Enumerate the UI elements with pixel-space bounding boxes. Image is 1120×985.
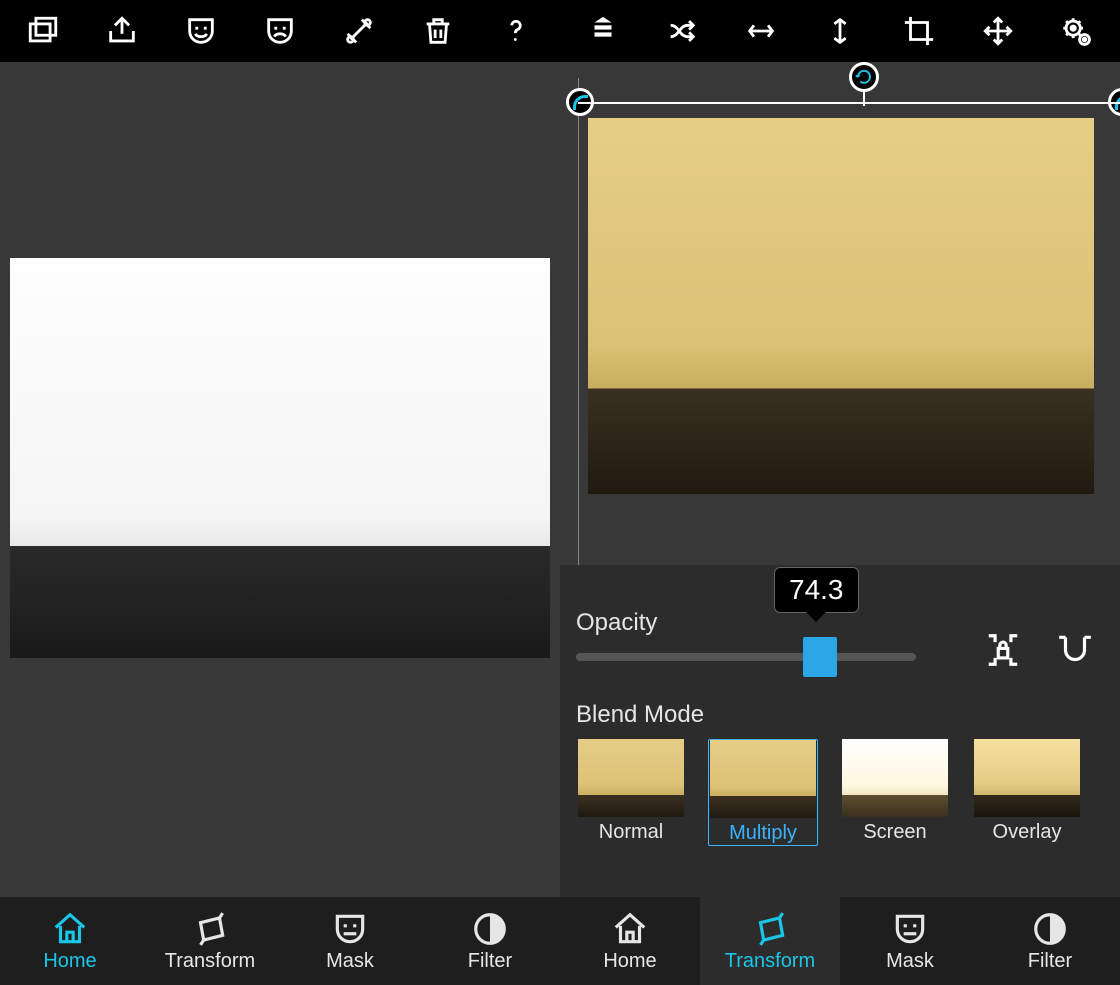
mask-sad-icon[interactable] xyxy=(253,4,307,58)
trash-icon[interactable] xyxy=(411,4,465,58)
right-pane: 74.3 Opacity Blend Mode Normal Multiply xyxy=(560,0,1120,985)
left-canvas[interactable] xyxy=(0,62,560,897)
blend-mode-row: Normal Multiply Screen Overlay xyxy=(576,739,1104,846)
nav-label: Filter xyxy=(468,950,512,973)
crop-edge-top xyxy=(578,102,1120,104)
controls-panel: 74.3 Opacity Blend Mode Normal Multiply xyxy=(560,565,1120,897)
left-bottom-nav: Home Transform Mask Filter xyxy=(0,897,560,985)
slider-thumb[interactable] xyxy=(803,637,837,677)
left-toolbar xyxy=(0,0,560,62)
snap-icon[interactable] xyxy=(1050,625,1100,675)
layer-image[interactable] xyxy=(588,118,1094,494)
share-icon[interactable] xyxy=(95,4,149,58)
stack-icon[interactable] xyxy=(576,4,630,58)
nav-transform[interactable]: Transform xyxy=(700,897,840,985)
nav-label: Home xyxy=(43,950,96,973)
nav-transform[interactable]: Transform xyxy=(140,897,280,985)
nav-label: Mask xyxy=(326,950,374,973)
tools-icon[interactable] xyxy=(332,4,386,58)
right-canvas[interactable] xyxy=(560,62,1120,565)
blend-multiply[interactable]: Multiply xyxy=(708,739,818,846)
settings-icon[interactable] xyxy=(1049,4,1103,58)
opacity-control: 74.3 Opacity xyxy=(576,579,1104,665)
rotate-handle[interactable] xyxy=(849,62,879,92)
nav-home[interactable]: Home xyxy=(560,897,700,985)
move-icon[interactable] xyxy=(971,4,1025,58)
blend-screen[interactable]: Screen xyxy=(840,739,950,846)
nav-label: Mask xyxy=(886,950,934,973)
shuffle-icon[interactable] xyxy=(655,4,709,58)
flip-h-icon[interactable] xyxy=(734,4,788,58)
nav-mask[interactable]: Mask xyxy=(280,897,420,985)
lock-aspect-icon[interactable] xyxy=(978,625,1028,675)
blend-normal[interactable]: Normal xyxy=(576,739,686,846)
source-image xyxy=(10,258,550,658)
nav-label: Filter xyxy=(1028,950,1072,973)
blend-overlay[interactable]: Overlay xyxy=(972,739,1082,846)
help-icon[interactable] xyxy=(489,4,543,58)
nav-label: Transform xyxy=(725,950,815,973)
nav-home[interactable]: Home xyxy=(0,897,140,985)
nav-filter[interactable]: Filter xyxy=(980,897,1120,985)
crop-icon[interactable] xyxy=(892,4,946,58)
nav-filter[interactable]: Filter xyxy=(420,897,560,985)
nav-label: Home xyxy=(603,950,656,973)
right-toolbar xyxy=(560,0,1120,62)
nav-mask[interactable]: Mask xyxy=(840,897,980,985)
flip-v-icon[interactable] xyxy=(813,4,867,58)
opacity-slider[interactable] xyxy=(576,643,916,669)
guide-line xyxy=(578,78,579,565)
opacity-label: Opacity xyxy=(576,609,657,637)
left-pane: Home Transform Mask Filter xyxy=(0,0,560,985)
layers-icon[interactable] xyxy=(16,4,70,58)
nav-label: Transform xyxy=(165,950,255,973)
blend-mode-label: Blend Mode xyxy=(576,701,1104,729)
mask-happy-icon[interactable] xyxy=(174,4,228,58)
right-bottom-nav: Home Transform Mask Filter xyxy=(560,897,1120,985)
opacity-tooltip: 74.3 xyxy=(774,567,859,613)
